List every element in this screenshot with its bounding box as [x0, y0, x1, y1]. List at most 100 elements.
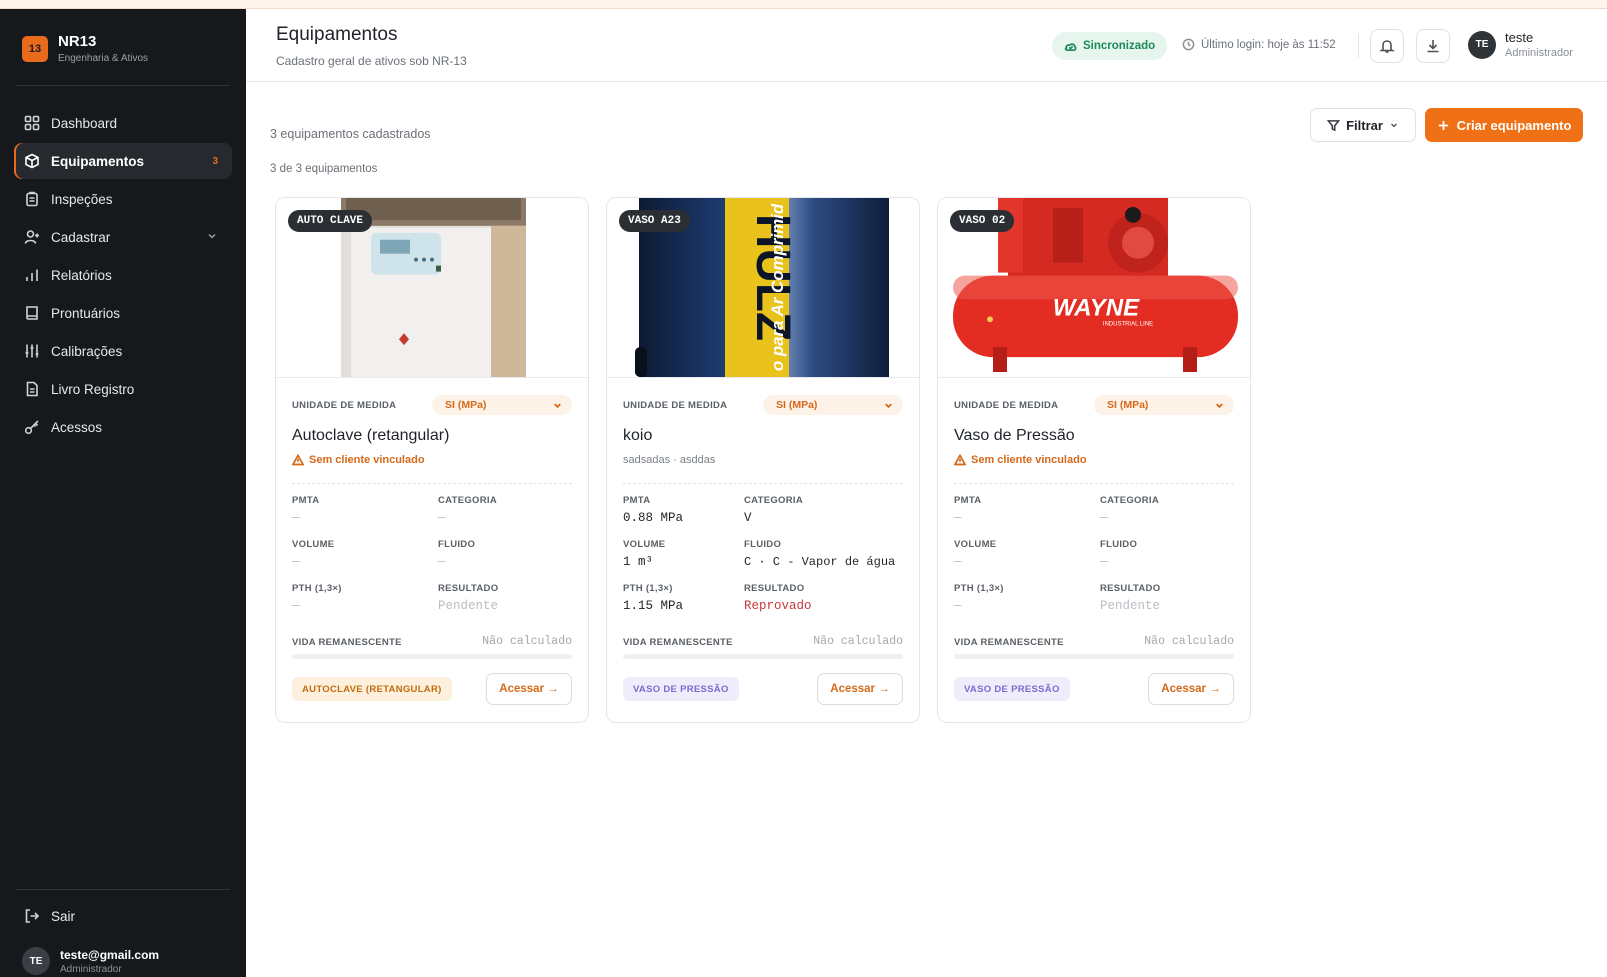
pth-value: —: [292, 599, 300, 613]
chevron-down-icon: [885, 402, 892, 408]
sidebar-divider: [16, 889, 230, 890]
equipment-image: WAYNE INDUSTRIAL LINE VASO 02: [938, 198, 1250, 378]
equipment-image: HULZ o para Ar Comprimid VASO A23: [607, 198, 919, 378]
sidebar-item-cadastrar[interactable]: Cadastrar: [14, 219, 232, 255]
sidebar-item-label: Cadastrar: [51, 229, 111, 245]
bar-chart-icon: [24, 267, 40, 283]
sidebar-divider: [16, 85, 230, 86]
unit-select[interactable]: SI (MPa): [432, 395, 572, 415]
categoria-value: —: [438, 511, 446, 525]
card-divider: [954, 483, 1234, 484]
unit-select-value: SI (MPa): [1107, 399, 1149, 411]
access-button[interactable]: Acessar →: [1148, 673, 1234, 705]
sidebar-user[interactable]: TE teste@gmail.com Administrador: [22, 947, 159, 975]
resultado-label: RESULTADO: [744, 583, 805, 594]
grid-icon: [24, 115, 40, 131]
resultado-value: Reprovado: [744, 599, 812, 613]
sidebar-nav: Dashboard Equipamentos 3 Inspeções Cadas…: [14, 105, 232, 447]
access-button[interactable]: Acessar →: [486, 673, 572, 705]
logout-button[interactable]: Sair: [14, 898, 232, 934]
pmta-label: PMTA: [292, 495, 320, 506]
plus-icon: [1438, 120, 1448, 130]
sidebar-item-prontuarios[interactable]: Prontuários: [14, 295, 232, 331]
vida-value: Não calculado: [813, 635, 903, 648]
volume-label: VOLUME: [954, 539, 997, 550]
sidebar-item-calibracoes[interactable]: Calibrações: [14, 333, 232, 369]
pmta-value: —: [292, 511, 300, 525]
sidebar-item-acessos[interactable]: Acessos: [14, 409, 232, 445]
notifications-button[interactable]: [1370, 29, 1404, 63]
volume-value: 1 m³: [623, 555, 654, 569]
logout-icon: [24, 908, 40, 924]
unit-row: UNIDADE DE MEDIDA SI (MPa): [292, 395, 572, 415]
equipment-title: koio: [623, 427, 653, 444]
vida-progress-bar: [623, 654, 903, 659]
sliders-icon: [24, 343, 40, 359]
user-role: Administrador: [1505, 47, 1573, 59]
avatar: TE: [1468, 30, 1496, 59]
sidebar-item-equipamentos[interactable]: Equipamentos 3: [14, 143, 232, 179]
type-chip: AUTOCLAVE (RETANGULAR): [292, 677, 452, 701]
unit-select-value: SI (MPa): [776, 399, 818, 411]
unit-row: UNIDADE DE MEDIDA SI (MPa): [623, 395, 903, 415]
card-divider: [292, 483, 572, 484]
sidebar-item-dashboard[interactable]: Dashboard: [14, 105, 232, 141]
no-client-warning: Sem cliente vinculado: [292, 454, 425, 466]
sidebar-item-label: Inspeções: [51, 191, 113, 207]
type-chip: VASO DE PRESSÃO: [954, 677, 1070, 701]
user-name: teste: [1505, 30, 1534, 45]
sidebar-item-label: Equipamentos: [51, 153, 145, 169]
sidebar-item-label: Relatórios: [51, 267, 112, 283]
equipment-tag: VASO 02: [950, 210, 1015, 232]
unit-label: UNIDADE DE MEDIDA: [954, 399, 1059, 411]
header-user-menu[interactable]: TE teste Administrador: [1468, 30, 1573, 59]
create-equipment-button[interactable]: Criar equipamento: [1425, 108, 1583, 142]
clock-icon: [1182, 38, 1195, 51]
categoria-value: V: [744, 511, 752, 525]
sidebar-item-relatorios[interactable]: Relatórios: [14, 257, 232, 293]
sidebar-item-livro-registro[interactable]: Livro Registro: [14, 371, 232, 407]
sidebar-item-inspecoes[interactable]: Inspeções: [14, 181, 232, 217]
categoria-label: CATEGORIA: [1100, 495, 1159, 506]
equipment-count: 3 equipamentos cadastrados: [270, 127, 431, 141]
vida-progress-bar: [954, 654, 1234, 659]
key-icon: [24, 419, 40, 435]
unit-select[interactable]: SI (MPa): [1094, 395, 1234, 415]
pmta-value: —: [954, 511, 962, 525]
brand[interactable]: 13 NR13 Engenharia & Ativos: [22, 34, 148, 64]
unit-label: UNIDADE DE MEDIDA: [292, 399, 397, 411]
vessel-caption-text: o para Ar Comprimid: [768, 203, 787, 371]
equipment-image: AUTO CLAVE: [276, 198, 588, 378]
equipment-card[interactable]: HULZ o para Ar Comprimid VASO A23 UNIDAD…: [606, 197, 920, 723]
sidebar-item-label: Acessos: [51, 419, 103, 435]
last-login-text: Último login: hoje às 11:52: [1201, 38, 1336, 51]
access-button[interactable]: Acessar →: [817, 673, 903, 705]
page-title: Equipamentos: [276, 24, 398, 45]
download-button[interactable]: [1416, 29, 1450, 63]
resultado-label: RESULTADO: [438, 583, 499, 594]
sync-status-label: Sincronizado: [1083, 40, 1156, 52]
equipment-card[interactable]: AUTO CLAVE UNIDADE DE MEDIDA SI (MPa) Au…: [275, 197, 589, 723]
categoria-label: CATEGORIA: [438, 495, 497, 506]
equipment-tag: AUTO CLAVE: [288, 210, 373, 232]
brand-subtitle: Engenharia & Ativos: [58, 53, 149, 64]
equipment-title: Vaso de Pressão: [954, 427, 1075, 444]
equipment-tag: VASO A23: [619, 210, 690, 232]
equipment-card[interactable]: WAYNE INDUSTRIAL LINE VASO 02 UNIDADE DE…: [937, 197, 1251, 723]
filter-button[interactable]: Filtrar: [1310, 108, 1416, 142]
unit-select[interactable]: SI (MPa): [763, 395, 903, 415]
no-client-text: Sem cliente vinculado: [309, 454, 425, 466]
unit-label: UNIDADE DE MEDIDA: [623, 399, 728, 411]
sidebar-item-label: Prontuários: [51, 305, 121, 321]
fluido-label: FLUIDO: [1100, 539, 1138, 550]
bell-icon: [1379, 40, 1395, 53]
chevron-down-icon[interactable]: [206, 230, 218, 245]
sidebar-item-label: Livro Registro: [51, 381, 135, 397]
equipment-title: Autoclave (retangular): [292, 427, 450, 444]
count-badge: 3: [212, 155, 218, 167]
header-divider: [1358, 34, 1359, 58]
vida-label: VIDA REMANESCENTE: [623, 637, 733, 648]
brand-logo: 13: [22, 36, 48, 62]
pth-label: PTH (1,3×): [623, 583, 673, 594]
download-icon: [1427, 40, 1439, 53]
